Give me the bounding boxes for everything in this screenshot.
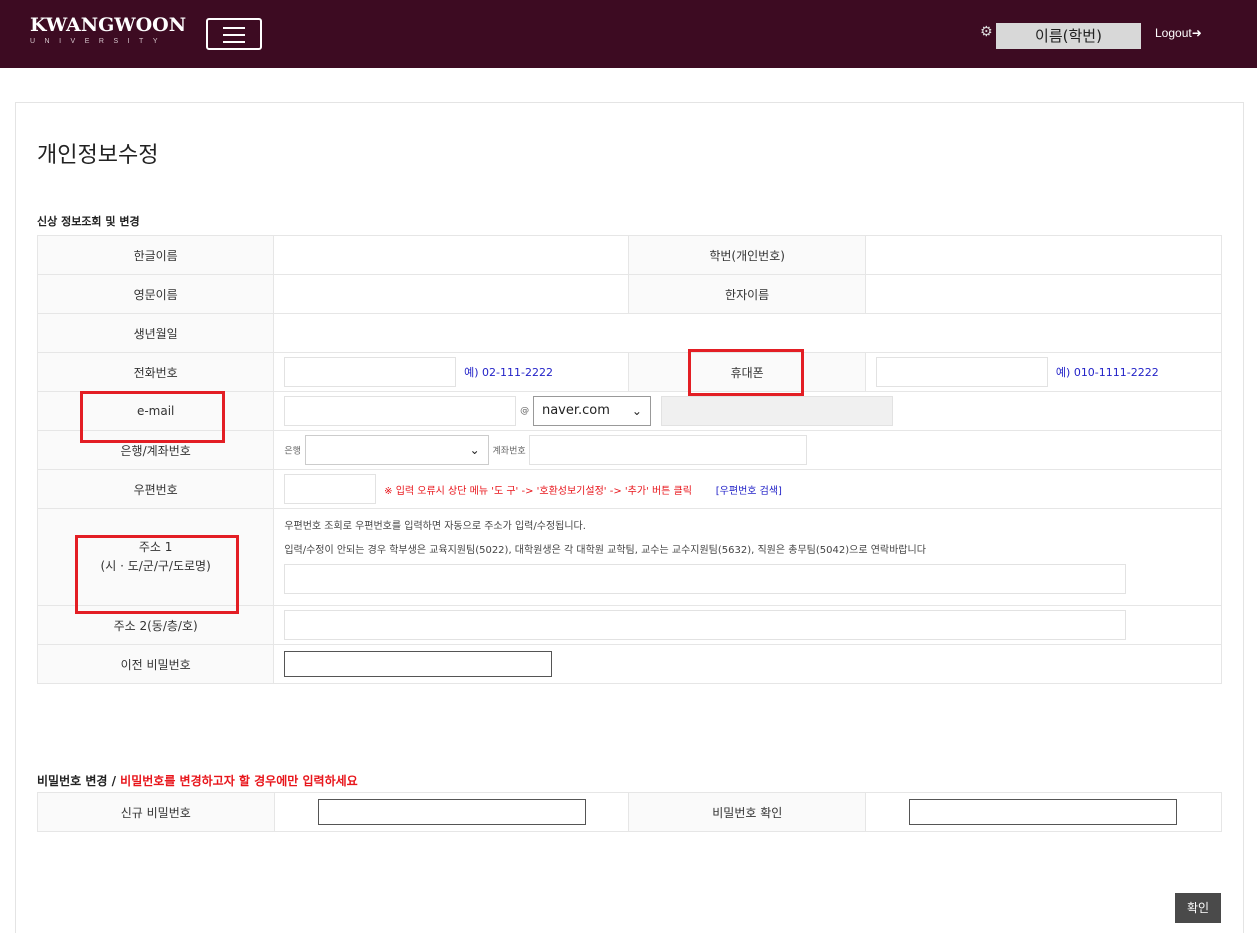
section-title-password: 비밀번호 변경 / 비밀번호를 변경하고자 할 경우에만 입력하세요 (37, 772, 358, 789)
label-english-name: 영문이름 (36, 274, 275, 314)
table-row: 전화번호 예) 02-111-2222 휴대폰 예) 010-1111-2222 (36, 352, 1222, 392)
mobile-input[interactable] (876, 357, 1049, 387)
table-row: 한글이름 학번(개인번호) (36, 235, 1222, 275)
email-at-sign: @ (520, 406, 530, 416)
value-hanja-name (865, 274, 1222, 314)
label-korean-name: 한글이름 (36, 235, 275, 275)
section2-warning: 비밀번호를 변경하고자 할 경우에만 입력하세요 (120, 774, 358, 788)
page-title: 개인정보수정 (37, 143, 159, 168)
gear-icon[interactable]: ⚙ (980, 24, 993, 40)
highlight-box-email (80, 391, 225, 443)
email-domain-input[interactable] (660, 396, 893, 426)
bank-select[interactable]: ⌄ (304, 435, 489, 465)
address2-cell (273, 605, 1222, 645)
email-cell: @ naver.com ⌄ (273, 391, 1222, 431)
address2-input[interactable] (284, 610, 1127, 640)
value-student-id (865, 235, 1222, 275)
label-prev-password: 이전 비밀번호 (36, 644, 275, 684)
chevron-down-icon: ⌄ (631, 404, 642, 418)
highlight-box-address1 (75, 535, 239, 614)
confirm-password-cell (865, 792, 1222, 832)
table-row: 신규 비밀번호 비밀번호 확인 (37, 792, 1222, 832)
section-title-profile: 신상 정보조회 및 변경 (37, 215, 140, 228)
top-navbar: KWANGWOON UNIVERSITY ⚙ 이름(학번) Logout➜ (0, 0, 1257, 68)
label-new-password: 신규 비밀번호 (37, 792, 275, 832)
address1-cell: 우편번호 조회로 우편번호를 입력하면 자동으로 주소가 입력/수정됩니다. 입… (273, 508, 1222, 606)
chevron-down-icon: ⌄ (469, 443, 480, 457)
phone-cell: 예) 02-111-2222 (273, 352, 630, 392)
email-domain-value: naver.com (541, 403, 610, 418)
logo-title: KWANGWOON (30, 14, 187, 36)
section2-prefix: 비밀번호 변경 / (37, 774, 121, 788)
email-domain-select[interactable]: naver.com ⌄ (532, 396, 651, 426)
label-student-id: 학번(개인번호) (628, 235, 867, 275)
new-password-input[interactable] (317, 799, 586, 825)
logout-button[interactable]: Logout➜ (1155, 26, 1202, 40)
confirm-button[interactable]: 확인 (1175, 893, 1221, 923)
zip-input[interactable] (284, 474, 377, 504)
phone-hint: 예) 02-111-2222 (464, 366, 553, 379)
address1-info-2: 입력/수정이 안되는 경우 학부생은 교육지원팀(5022), 대학원생은 각 … (284, 545, 926, 556)
user-name-badge: 이름(학번) (996, 23, 1141, 49)
logout-icon: ➜ (1191, 26, 1202, 40)
label-phone: 전화번호 (36, 352, 275, 392)
email-id-input[interactable] (284, 396, 517, 426)
menu-icon (223, 27, 245, 29)
logo-subtitle: UNIVERSITY (30, 38, 168, 45)
label-birth: 생년월일 (36, 313, 275, 353)
university-logo[interactable]: KWANGWOON UNIVERSITY (30, 14, 186, 45)
zip-search-link[interactable]: [우편번호 검색] (716, 486, 782, 497)
confirm-password-input[interactable] (909, 799, 1178, 825)
value-birth (273, 313, 1222, 353)
address1-info-1: 우편번호 조회로 우편번호를 입력하면 자동으로 주소가 입력/수정됩니다. (284, 521, 586, 532)
prev-password-input[interactable] (284, 651, 553, 677)
new-password-cell (273, 792, 630, 832)
label-confirm-password: 비밀번호 확인 (628, 792, 867, 832)
table-row: 영문이름 한자이름 (36, 274, 1222, 314)
prev-password-cell (273, 644, 1222, 684)
bank-inline-label: 은행 (284, 446, 301, 457)
zip-cell: ※ 입력 오류시 상단 메뉴 '도 구' -> '호환성보기설정' -> '추가… (273, 469, 1222, 509)
table-row: 우편번호 ※ 입력 오류시 상단 메뉴 '도 구' -> '호환성보기설정' -… (36, 469, 1222, 509)
menu-button[interactable] (206, 18, 262, 50)
logout-label: Logout (1155, 26, 1192, 40)
label-hanja-name: 한자이름 (628, 274, 867, 314)
phone-input[interactable] (284, 357, 457, 387)
mobile-hint: 예) 010-1111-2222 (1055, 366, 1159, 379)
address1-input[interactable] (284, 564, 1127, 594)
table-row: 생년월일 (36, 313, 1222, 353)
zip-error-note: ※ 입력 오류시 상단 메뉴 '도 구' -> '호환성보기설정' -> '추가… (384, 485, 692, 497)
table-row: 이전 비밀번호 (36, 644, 1222, 684)
mobile-cell: 예) 010-1111-2222 (865, 352, 1222, 392)
profile-table: 한글이름 학번(개인번호) 영문이름 한자이름 생년월일 전화번호 예) 02-… (36, 235, 1222, 684)
account-input[interactable] (529, 435, 808, 465)
menu-icon-bar (223, 41, 245, 43)
highlight-box-mobile (688, 349, 804, 396)
menu-icon-bar (223, 34, 245, 36)
account-inline-label: 계좌번호 (492, 446, 526, 457)
bank-cell: 은행 ⌄ 계좌번호 (273, 430, 1222, 470)
value-korean-name (273, 235, 630, 275)
value-english-name (273, 274, 630, 314)
label-zip: 우편번호 (36, 469, 275, 509)
password-table: 신규 비밀번호 비밀번호 확인 (37, 792, 1222, 832)
